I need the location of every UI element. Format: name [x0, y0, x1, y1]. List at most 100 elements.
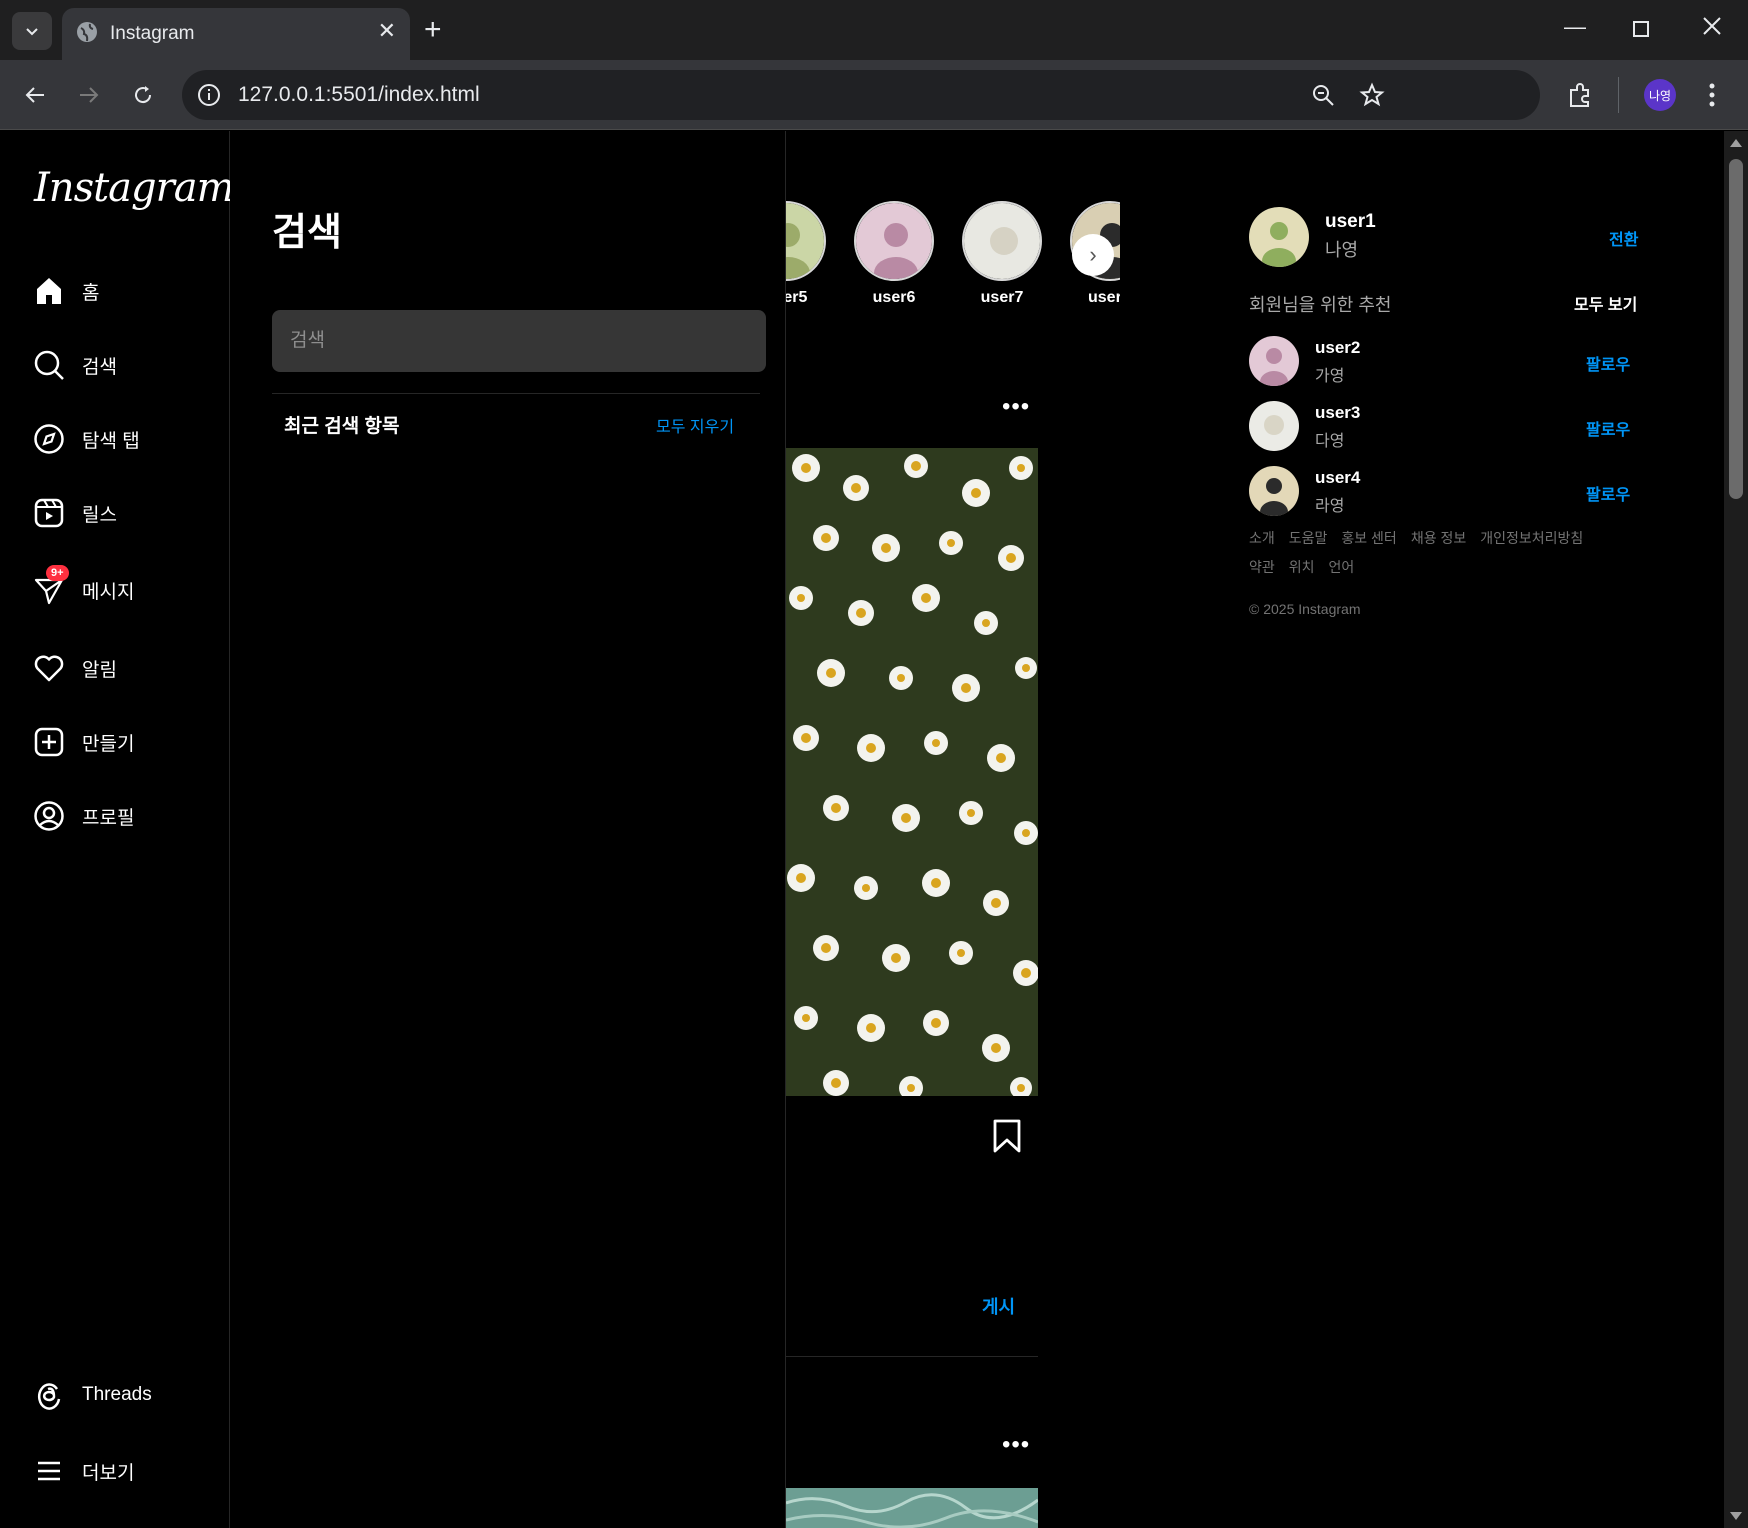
nav-create[interactable]: 만들기: [32, 720, 134, 764]
instagram-logo[interactable]: Instagram: [34, 165, 235, 211]
messages-badge: 9+: [46, 565, 69, 581]
zoom-icon[interactable]: [1310, 82, 1336, 108]
daisy-field-image: [786, 448, 1038, 1096]
avatar[interactable]: [1249, 401, 1299, 451]
recent-searches-title: 최근 검색 항목: [284, 416, 400, 437]
follow-button[interactable]: 팔로우: [1586, 416, 1630, 440]
footer-link[interactable]: 도움말: [1289, 530, 1328, 546]
search-input[interactable]: [272, 310, 766, 372]
avatar[interactable]: [1249, 207, 1309, 267]
close-icon: [1703, 17, 1721, 35]
story-item[interactable]: user6: [854, 201, 934, 307]
info-icon[interactable]: [196, 82, 222, 108]
nav-more-label: 더보기: [82, 1462, 135, 1484]
follow-button[interactable]: 팔로우: [1586, 481, 1630, 505]
nav-home[interactable]: 홈: [32, 269, 99, 313]
suggestion-name: 가영: [1315, 368, 1345, 385]
nav-notifications[interactable]: 알림: [32, 646, 117, 690]
avatar-placeholder-icon: [964, 203, 1040, 279]
reload-icon: [135, 86, 152, 104]
browser-profile-avatar[interactable]: 나영: [1644, 79, 1676, 111]
suggestion-username[interactable]: user2: [1315, 338, 1360, 358]
footer-link[interactable]: 개인정보처리방침: [1480, 530, 1583, 546]
paper-plane-icon: 9+: [32, 565, 69, 607]
address-bar[interactable]: 127.0.0.1:5501/index.html: [182, 70, 1540, 120]
extensions-icon[interactable]: [1566, 81, 1594, 109]
story-next-button[interactable]: ›: [1072, 234, 1114, 276]
footer-link[interactable]: 위치: [1289, 559, 1315, 575]
nav-profile[interactable]: 프로필: [32, 794, 134, 838]
nav-home-label: 홈: [82, 282, 100, 304]
post-comment-button[interactable]: 게시: [982, 1293, 1015, 1319]
suggestion-name: 다영: [1315, 433, 1345, 450]
star-icon[interactable]: [1359, 82, 1385, 108]
nav-threads[interactable]: Threads: [32, 1373, 152, 1417]
window-close-button[interactable]: [1702, 16, 1722, 42]
see-all-button[interactable]: 모두 보기: [1574, 291, 1637, 315]
avatar[interactable]: [1249, 466, 1299, 516]
minimize-button[interactable]: —: [1564, 14, 1586, 40]
footer-link[interactable]: 채용 정보: [1411, 530, 1466, 546]
suggestion-username[interactable]: user4: [1315, 468, 1360, 488]
avatar[interactable]: [1249, 336, 1299, 386]
page-scrollbar[interactable]: [1724, 131, 1748, 1528]
back-button[interactable]: [20, 80, 50, 110]
browser-tab[interactable]: Instagram ✕: [62, 8, 410, 60]
footer-link[interactable]: 홍보 센터: [1341, 530, 1396, 546]
post-image[interactable]: [786, 1488, 1038, 1528]
page-viewport: Instagram 홈 검색 탐색 탭 릴스 9+ 메시지 알림 만들기 프로필…: [2, 131, 1724, 1528]
nav-reels[interactable]: 릴스: [32, 491, 117, 535]
forward-button[interactable]: [74, 80, 104, 110]
suggestion-username[interactable]: user3: [1315, 403, 1360, 423]
nav-search[interactable]: 검색: [32, 343, 117, 387]
compass-icon: [32, 422, 66, 456]
reload-button[interactable]: [128, 80, 158, 110]
clear-all-button[interactable]: 모두 지우기: [656, 413, 734, 437]
search-icon: [32, 348, 66, 382]
avatar-placeholder-icon: [1249, 207, 1309, 267]
avatar-placeholder-icon: [1249, 336, 1299, 386]
tab-close-icon[interactable]: ✕: [378, 18, 396, 44]
toolbar-divider: [1618, 77, 1619, 113]
new-tab-button[interactable]: +: [424, 12, 442, 48]
nav-more[interactable]: 더보기: [32, 1449, 134, 1493]
footer-link[interactable]: 언어: [1329, 559, 1355, 575]
scrollbar-thumb[interactable]: [1729, 159, 1743, 499]
arrow-left-icon: [25, 87, 44, 103]
nav-explore[interactable]: 탐색 탭: [32, 417, 140, 461]
current-username[interactable]: user1: [1325, 211, 1376, 233]
story-username: user8: [1088, 289, 1120, 306]
nav-create-label: 만들기: [82, 733, 135, 755]
post-more-icon[interactable]: •••: [1002, 393, 1030, 421]
search-divider: [272, 393, 760, 394]
right-rail: user1 나영 전환 회원님을 위한 추천 모두 보기 user2 가영 팔로…: [1249, 131, 1649, 831]
globe-icon: [77, 22, 97, 42]
nav-reels-label: 릴스: [82, 504, 117, 526]
kebab-menu-icon[interactable]: [1706, 82, 1718, 108]
story-username: user6: [872, 289, 916, 306]
footer-link[interactable]: 소개: [1249, 530, 1275, 546]
suggestion-item: user2 가영 팔로우: [1249, 336, 1649, 388]
post-image[interactable]: [786, 448, 1038, 1096]
footer-link[interactable]: 약관: [1249, 559, 1275, 575]
maximize-button[interactable]: [1632, 18, 1650, 44]
nav-notifications-label: 알림: [82, 659, 117, 681]
post-divider: [786, 1356, 1038, 1357]
chevron-down-icon: [26, 28, 38, 36]
threads-icon: [32, 1378, 66, 1412]
profile-icon: [32, 799, 66, 833]
tab-search-button[interactable]: [12, 12, 52, 50]
scroll-up-icon[interactable]: [1730, 139, 1742, 147]
bookmark-icon[interactable]: [992, 1119, 1022, 1153]
suggestion-item: user4 라영 팔로우: [1249, 466, 1649, 518]
post-more-icon[interactable]: •••: [1002, 1431, 1030, 1459]
copyright: © 2025 Instagram: [1249, 601, 1361, 617]
story-avatar: [854, 201, 934, 281]
follow-button[interactable]: 팔로우: [1586, 351, 1630, 375]
switch-account-button[interactable]: 전환: [1609, 226, 1638, 250]
maximize-icon: [1633, 21, 1649, 37]
current-name: 나영: [1325, 240, 1359, 260]
story-item[interactable]: user7: [962, 201, 1042, 307]
scroll-down-icon[interactable]: [1730, 1512, 1742, 1520]
nav-messages[interactable]: 9+ 메시지: [32, 565, 134, 612]
